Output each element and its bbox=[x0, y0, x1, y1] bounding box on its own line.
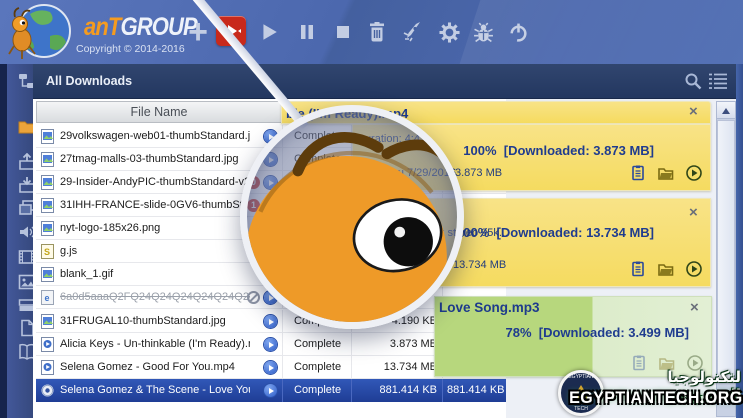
row-size: 13.734 MB bbox=[352, 356, 443, 379]
svg-text:S: S bbox=[44, 247, 50, 257]
card-size: 3.873 MB bbox=[455, 167, 503, 179]
start-button[interactable] bbox=[254, 17, 284, 47]
power-icon bbox=[509, 23, 527, 42]
copy-info-icon[interactable] bbox=[630, 261, 646, 277]
logo-top-text: EGYPTIAN bbox=[568, 374, 594, 380]
image-file-icon bbox=[41, 175, 54, 190]
video-file-icon bbox=[41, 360, 54, 375]
web-file-icon: e bbox=[41, 290, 54, 305]
open-folder-icon[interactable] bbox=[658, 165, 674, 181]
card-progress: 78% [Downloaded: 3.499 MB] bbox=[505, 325, 689, 340]
pause-icon bbox=[301, 25, 313, 39]
media-file-icon bbox=[41, 384, 54, 397]
row-expand-arrow[interactable] bbox=[264, 338, 277, 351]
magnifier-glass bbox=[240, 105, 464, 329]
column-header-file-name[interactable]: File Name bbox=[36, 101, 282, 123]
row-expand-arrow[interactable] bbox=[264, 361, 277, 374]
file-name: 29-Insider-AndyPIC-thumbStandard-v2 bbox=[60, 176, 250, 188]
scrollbar-thumb[interactable] bbox=[717, 120, 735, 382]
exit-button[interactable] bbox=[503, 17, 533, 47]
row-size: 881.414 KB bbox=[352, 379, 443, 402]
trash-icon bbox=[370, 22, 384, 42]
file-name: nyt-logo-185x26.png bbox=[60, 222, 161, 234]
boost-button[interactable] bbox=[398, 17, 428, 47]
search-icon[interactable] bbox=[683, 71, 703, 91]
window-left-edge bbox=[0, 64, 7, 418]
image-file-icon bbox=[41, 129, 54, 144]
settings-button[interactable] bbox=[434, 17, 464, 47]
image-file-icon bbox=[41, 152, 54, 167]
window-right-edge bbox=[736, 64, 743, 418]
file-name: Selena Gomez & The Scene - Love You Like bbox=[60, 384, 250, 396]
script-file-icon: S bbox=[41, 244, 54, 259]
image-file-icon bbox=[41, 221, 54, 236]
gear-icon bbox=[438, 21, 460, 43]
view-menu-icon[interactable] bbox=[707, 71, 729, 91]
file-name: 27tmag-malls-03-thumbStandard.jpg bbox=[60, 153, 239, 165]
open-folder-icon[interactable] bbox=[658, 261, 674, 277]
file-name: g.js bbox=[60, 245, 78, 257]
stop-icon bbox=[337, 26, 349, 38]
image-file-icon bbox=[41, 314, 54, 329]
row-status: Complete bbox=[283, 333, 352, 356]
file-name: blank_1.gif bbox=[60, 268, 114, 280]
file-name: 29volkswagen-web01-thumbStandard.jpg bbox=[60, 130, 250, 142]
watermark: EGYPTIAN TECH لتكنولوجيا المصرية EGYPTIA… bbox=[556, 368, 743, 418]
brand-wordmark: anTGROUP bbox=[84, 13, 198, 42]
plus-icon: + bbox=[188, 13, 208, 51]
list-header-bar: All Downloads bbox=[33, 64, 736, 99]
close-icon[interactable]: × bbox=[689, 104, 701, 119]
delete-button[interactable] bbox=[362, 17, 392, 47]
file-name: Alicia Keys - Un-thinkable (I'm Ready).m… bbox=[60, 338, 250, 350]
rocket-icon bbox=[403, 22, 420, 42]
brand-ant: anT bbox=[84, 13, 121, 41]
virus-scan-button[interactable] bbox=[468, 17, 498, 47]
image-file-icon bbox=[41, 198, 54, 213]
antdm-window: anTGROUP Copyright © 2014-2016 + All Dow… bbox=[0, 0, 743, 418]
page-title: All Downloads bbox=[46, 74, 133, 88]
image-file-icon bbox=[41, 267, 54, 282]
close-icon[interactable]: × bbox=[689, 205, 701, 220]
file-name: 31IHH-FRANCE-slide-0GV6-thumbStand bbox=[60, 199, 250, 211]
card-size: 13.734 MB bbox=[453, 259, 507, 271]
row-size: 3.873 MB bbox=[352, 333, 443, 356]
watermark-site-text: EGYPTIANTECH.ORG bbox=[569, 388, 743, 407]
table-row-selected[interactable]: Selena Gomez & The Scene - Love You Like… bbox=[36, 379, 506, 402]
file-name: Selena Gomez - Good For You.mp4 bbox=[60, 361, 235, 373]
scroll-up-button[interactable] bbox=[717, 102, 735, 119]
play-icon bbox=[263, 24, 277, 40]
close-icon[interactable]: × bbox=[690, 300, 702, 315]
bug-icon bbox=[473, 22, 493, 42]
row-expand-arrow[interactable] bbox=[264, 384, 277, 397]
file-name: 6a0d5aaaQ2FQ24Q24Q24Q24Q24Q24 bbox=[60, 291, 250, 303]
play-icon[interactable] bbox=[686, 261, 702, 277]
ant-globe-logo bbox=[8, 4, 71, 59]
main-toolbar: anTGROUP Copyright © 2014-2016 + bbox=[0, 0, 743, 64]
file-name: 31FRUGAL10-thumbStandard.jpg bbox=[60, 315, 226, 327]
svg-text:e: e bbox=[45, 293, 50, 303]
detail-card-3: Love Song.mp3 × 78% [Downloaded: 3.499 M… bbox=[434, 296, 712, 377]
play-icon[interactable] bbox=[686, 165, 702, 181]
category-sidebar bbox=[7, 64, 36, 418]
copyright-text: Copyright © 2014-2016 bbox=[76, 43, 185, 55]
row-status: Complete bbox=[283, 379, 352, 402]
row-status: Complete bbox=[283, 356, 352, 379]
pause-button[interactable] bbox=[292, 17, 322, 47]
row-downloaded: 881.414 KB bbox=[447, 384, 505, 396]
stop-button[interactable] bbox=[328, 17, 358, 47]
add-download-button[interactable]: + bbox=[183, 13, 213, 51]
ant-mascot-zoomed bbox=[247, 131, 457, 322]
video-file-icon bbox=[41, 337, 54, 352]
copy-info-icon[interactable] bbox=[630, 165, 646, 181]
card-progress: 100% [Downloaded: 13.734 MB] bbox=[456, 225, 654, 240]
card-progress: 100% [Downloaded: 3.873 MB] bbox=[463, 143, 654, 158]
